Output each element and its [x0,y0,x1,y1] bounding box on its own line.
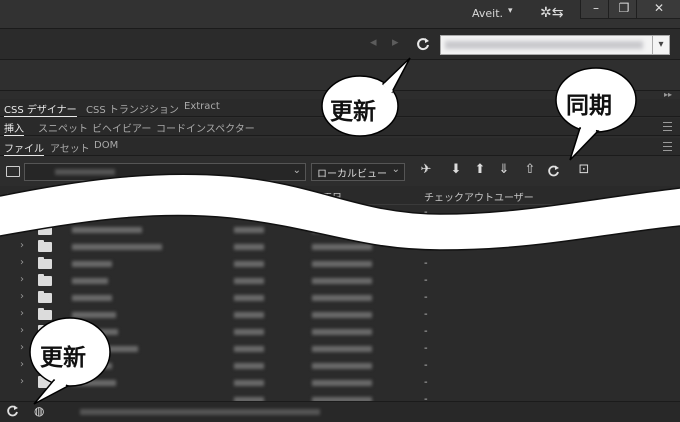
callout-refresh-top: 更新 [330,98,376,125]
table-row[interactable]: › - [0,358,680,375]
checkout-user: - [424,377,428,388]
folder-icon [38,240,52,252]
folder-icon [38,257,52,269]
refresh-icon[interactable] [6,405,19,418]
sync-settings-icon[interactable]: ✲⇆ [540,5,563,21]
chevron-right-icon[interactable]: › [20,359,24,370]
checkout-icon[interactable]: ⇓ [496,162,512,177]
column-local-files[interactable]: ローカルフ [6,189,56,204]
checkout-user: - [424,360,428,371]
back-arrow-icon[interactable]: ◂ [370,35,377,50]
tab-files[interactable]: ファイル [4,140,44,156]
table-row[interactable]: /09/29 22:18 - [0,205,680,222]
tab-css-transitions[interactable]: CSS トランジション [86,101,179,116]
callout-refresh-bottom: 更新 [40,344,86,371]
checkout-user: - [424,343,428,354]
close-button[interactable]: ✕ [636,0,680,19]
chevron-right-icon[interactable]: › [20,274,24,285]
checkout-user: - [424,292,428,303]
tab-dom[interactable]: DOM [94,140,118,151]
forward-arrow-icon[interactable]: ▸ [392,35,399,50]
table-row[interactable]: › - [0,273,680,290]
disconnect-icon[interactable]: ✈ [418,162,434,177]
chevron-down-icon[interactable]: ▾ [652,36,669,54]
chevron-right-icon[interactable]: › [20,376,24,387]
table-row[interactable]: › - [0,290,680,307]
chevron-down-icon[interactable]: ▾ [508,6,513,16]
chevron-right-icon[interactable]: › [20,308,24,319]
checkout-user: - [424,258,428,269]
expand-panel-icon[interactable]: ⊡ [576,162,592,177]
chevron-down-icon[interactable]: ⌄ [293,165,301,176]
table-row[interactable]: › - [0,324,680,341]
tab-css-designer[interactable]: CSS デザイナー [4,101,77,117]
checkin-icon[interactable]: ⇧ [522,162,538,177]
table-row[interactable]: › - [0,307,680,324]
file-list-header: ローカルフ イプ 修正日 チェックアウトユーザー [0,186,680,205]
folder-icon [6,166,20,177]
log-icon[interactable]: ◍ [34,404,44,418]
put-files-icon[interactable]: ⬆ [472,162,488,177]
folder-icon [38,274,52,286]
chevron-right-icon[interactable]: › [20,342,24,353]
workspace-switcher[interactable]: Aveit. [472,7,503,20]
tab-code-inspector[interactable]: コードインスペクター [156,120,255,135]
chevron-right-icon[interactable]: › [20,325,24,336]
folder-icon [38,206,52,218]
tab-extract[interactable]: Extract [184,101,220,112]
folder-icon [38,376,52,388]
sync-icon[interactable] [547,165,560,178]
refresh-icon[interactable] [416,37,430,51]
tab-insert[interactable]: 挿入 [4,120,24,136]
file-tab-row: ファイル アセット DOM [0,138,680,156]
url-field[interactable]: ▾ [440,35,670,55]
chevron-right-icon[interactable]: › [20,223,24,234]
modified-date: /09/29 22:18 [312,207,377,218]
checkout-user: - [424,326,428,337]
tab-snippets[interactable]: スニペット [38,120,88,135]
table-row[interactable]: › - [0,256,680,273]
view-select[interactable]: ローカルビュー ⌄ [311,163,405,181]
checkout-user: - [424,207,428,218]
callout-sync: 同期 [566,92,612,119]
folder-icon [38,308,52,320]
status-bar: ◍ [0,401,680,422]
checkout-user: - [424,275,428,286]
checkout-user: - [424,224,428,235]
title-bar: Aveit. ▾ ✲⇆ – ❐ ✕ [0,0,680,29]
table-row[interactable]: › - [0,239,680,256]
chevron-right-icon[interactable]: › [20,240,24,251]
folder-icon [38,223,52,235]
folder-icon [38,291,52,303]
column-checkout-user[interactable]: チェックアウトユーザー [424,189,534,204]
chevron-right-icon[interactable]: › [20,257,24,268]
collapse-icon[interactable]: ▸▸ [664,90,672,99]
chevron-right-icon[interactable]: › [20,291,24,302]
checkout-user: - [424,309,428,320]
file-list: /09/29 22:18 - › - › - › - › - › - › - › - › - ›… [0,205,680,405]
chevron-down-icon[interactable]: ⌄ [392,164,400,175]
table-row[interactable]: › - [0,341,680,358]
site-select[interactable]: ⌄ [24,163,306,181]
folder-icon [38,325,52,337]
tab-assets[interactable]: アセット [50,140,90,155]
column-type[interactable]: イプ [258,189,278,204]
column-modified[interactable]: 修正日 [312,189,342,204]
panel-menu-icon[interactable] [663,142,672,151]
panel-menu-icon[interactable] [663,122,672,131]
checkout-user: - [424,241,428,252]
table-row[interactable]: › - [0,222,680,239]
tab-behaviors[interactable]: ビヘイビアー [92,120,151,135]
table-row[interactable]: › - [0,375,680,392]
view-select-label: ローカルビュー [317,169,387,180]
get-files-icon[interactable]: ⬇ [448,162,464,177]
